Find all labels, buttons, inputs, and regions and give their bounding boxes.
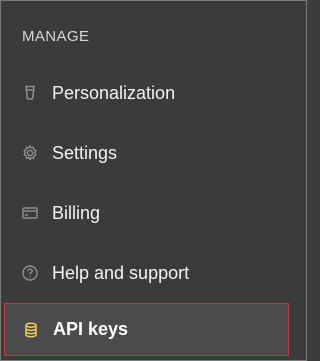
menu-item-billing[interactable]: Billing <box>1 184 306 242</box>
menu-item-personalization[interactable]: Personalization <box>1 64 306 122</box>
paint-bucket-icon <box>21 84 39 102</box>
gear-icon <box>21 144 39 162</box>
menu-item-label: Billing <box>52 202 101 223</box>
menu-item-settings[interactable]: Settings <box>1 124 306 182</box>
menu-item-label: API keys <box>53 319 129 339</box>
menu-item-help-and-support[interactable]: Help and support <box>1 244 306 302</box>
section-label-manage: MANAGE <box>22 28 90 45</box>
menu-item-api-keys[interactable]: API keys <box>4 303 289 356</box>
database-icon <box>22 321 40 339</box>
menu-item-label: Settings <box>52 142 118 163</box>
manage-menu-panel: MANAGE Personalization Settings Billing … <box>0 0 307 361</box>
menu-item-label: Help and support <box>52 262 190 283</box>
menu-item-label: Personalization <box>52 82 176 103</box>
question-circle-icon <box>21 264 39 282</box>
credit-card-icon <box>21 204 39 222</box>
